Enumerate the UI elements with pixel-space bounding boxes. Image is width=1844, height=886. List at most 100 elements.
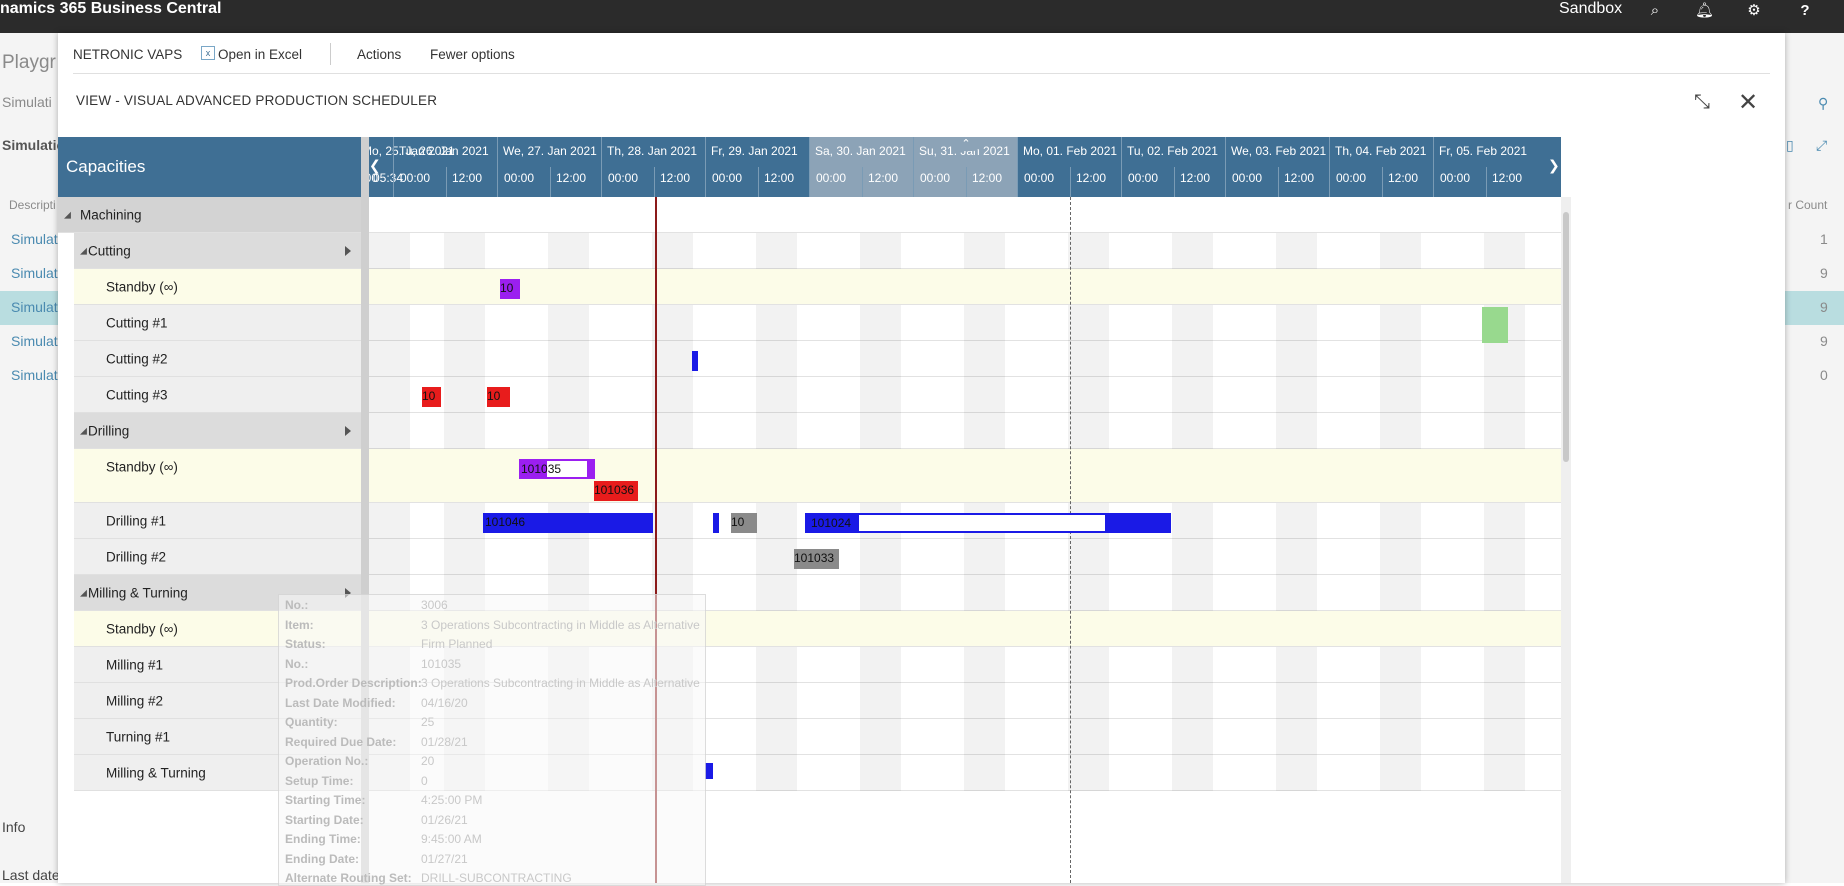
timeline-row[interactable] [369,305,1561,341]
vertical-scroll-thumb[interactable] [1563,212,1569,462]
collapse-triangle-icon[interactable]: ◢ [80,587,87,598]
scroll-left-icon[interactable]: ❮ [369,157,381,175]
nonworking-stripe [756,413,797,449]
list-item[interactable]: Simulat [11,265,58,281]
menu-open-in-excel[interactable]: Open in Excel [218,47,302,62]
scroll-right-icon[interactable]: ❯ [1548,157,1560,175]
nonworking-stripe [756,719,797,755]
hour-label: 12:00 [764,171,795,185]
operation-bar[interactable] [713,513,719,533]
search-icon[interactable]: ⌕ [1646,2,1664,20]
capacity-resource[interactable]: Drilling #1 [74,503,361,539]
nonworking-stripe [444,341,485,377]
list-item[interactable]: Simulat [11,367,58,383]
help-icon[interactable]: ? [1796,2,1814,20]
list-item[interactable]: Simulat [11,333,58,349]
nonworking-stripe [1276,305,1317,341]
tooltip-key: Operation No.: [285,754,369,768]
timeline-row[interactable] [369,377,1561,413]
operation-bar[interactable] [1482,307,1508,343]
operation-bar[interactable]: 101024 [805,513,1171,533]
expand-arrow-icon[interactable] [345,245,351,256]
menu-actions[interactable]: Actions [357,47,401,62]
nonworking-stripe [1068,413,1109,449]
nonworking-stripe [860,575,901,611]
operation-bar[interactable] [705,763,713,779]
operation-bar[interactable]: 10 [487,387,510,407]
capacity-resource[interactable]: Cutting #1 [74,305,361,341]
collapse-triangle-icon[interactable]: ◢ [64,209,71,220]
collapse-triangle-icon[interactable]: ◢ [80,245,87,256]
hour-label: 12:00 [868,171,899,185]
gear-icon[interactable]: ⚙ [1745,2,1763,20]
capacity-resource[interactable]: Drilling #2 [74,539,361,575]
operation-bar[interactable]: 10 [422,387,441,407]
timeline-row[interactable] [369,413,1561,449]
day-header: Th, 04. Feb 2021 00:00 12:00 [1329,137,1433,197]
nonworking-stripe [1172,341,1213,377]
operation-bar[interactable]: 10 [731,513,757,533]
tooltip-value: 0 [421,773,428,788]
capacity-label: Standby (∞) [106,279,178,294]
nonworking-stripe [652,233,693,269]
nonworking-stripe [369,341,410,377]
timeline-row[interactable] [369,341,1561,377]
operation-bar[interactable]: 10 [500,279,520,299]
capacity-label: Cutting [88,243,131,258]
last-date-label: Last date [2,867,60,883]
menu-fewer-options[interactable]: Fewer options [430,47,515,62]
capacity-resource[interactable]: Cutting #3 [74,377,361,413]
excel-icon: x [201,46,215,60]
timeline-row[interactable] [369,197,1561,233]
operation-bar[interactable]: 101036 [594,481,638,501]
nonworking-stripe [1380,413,1421,449]
nonworking-stripe [860,341,901,377]
collapse-icon[interactable]: ⤡ [1694,91,1710,114]
hour-label: 00:00 [1128,171,1159,185]
nonworking-stripe [369,305,410,341]
collapse-triangle-icon[interactable]: ◢ [80,425,87,436]
hour-label: 12:00 [1388,171,1419,185]
capacity-group[interactable]: ◢ Cutting [74,233,361,269]
list-item[interactable]: Simulat [11,299,58,315]
close-icon[interactable]: ✕ [1738,88,1758,117]
capacity-group[interactable]: ◢ Drilling [74,413,361,449]
nonworking-stripe [1276,539,1317,575]
operation-bar[interactable]: 101033 [794,549,839,569]
expand-icon[interactable]: ⤢ [1816,137,1827,154]
nonworking-stripe [756,377,797,413]
nonworking-stripe [1380,719,1421,755]
operation-bar[interactable]: 101035 [519,459,595,479]
timeline-row[interactable] [369,233,1561,269]
bookmark-icon[interactable]: ▯ [1786,137,1794,154]
nonworking-stripe [756,647,797,683]
pin-icon[interactable]: ⚲ [1818,95,1828,112]
menu-netronic-vaps[interactable]: NETRONIC VAPS [73,47,182,62]
operation-bar[interactable] [692,351,698,371]
capacity-resource[interactable]: Cutting #2 [74,341,361,377]
tooltip-value: 3006 [421,598,448,612]
hour-tick [654,167,655,197]
capacity-resource[interactable]: Standby (∞) [74,449,361,503]
nonworking-stripe [369,413,410,449]
hour-label: 00:00 [712,171,743,185]
chevron-up-icon[interactable]: ⌃ [951,137,981,151]
hour-tick [758,167,759,197]
nonworking-stripe [548,233,589,269]
capacity-group[interactable]: ◢ Machining [58,197,361,233]
tab-simulation[interactable]: Simulatio [2,137,65,153]
bar-label: 101035 [521,462,562,476]
expand-arrow-icon[interactable] [345,425,351,436]
timeline-row[interactable] [369,539,1561,575]
environment-label[interactable]: Sandbox [1559,0,1622,18]
hour-label: 00:00 [816,171,847,185]
nonworking-stripe [652,377,693,413]
bell-icon[interactable]: 🔔︎ [1695,2,1714,20]
nonworking-stripe [1380,305,1421,341]
operation-bar[interactable]: 101046 [483,513,653,533]
day-label: Th, 28. Jan 2021 [607,144,698,158]
capacity-resource[interactable]: Standby (∞) [74,269,361,305]
date-marker-line [1070,197,1071,883]
list-item[interactable]: Simulat [11,231,58,247]
timeline-row[interactable] [369,269,1561,305]
